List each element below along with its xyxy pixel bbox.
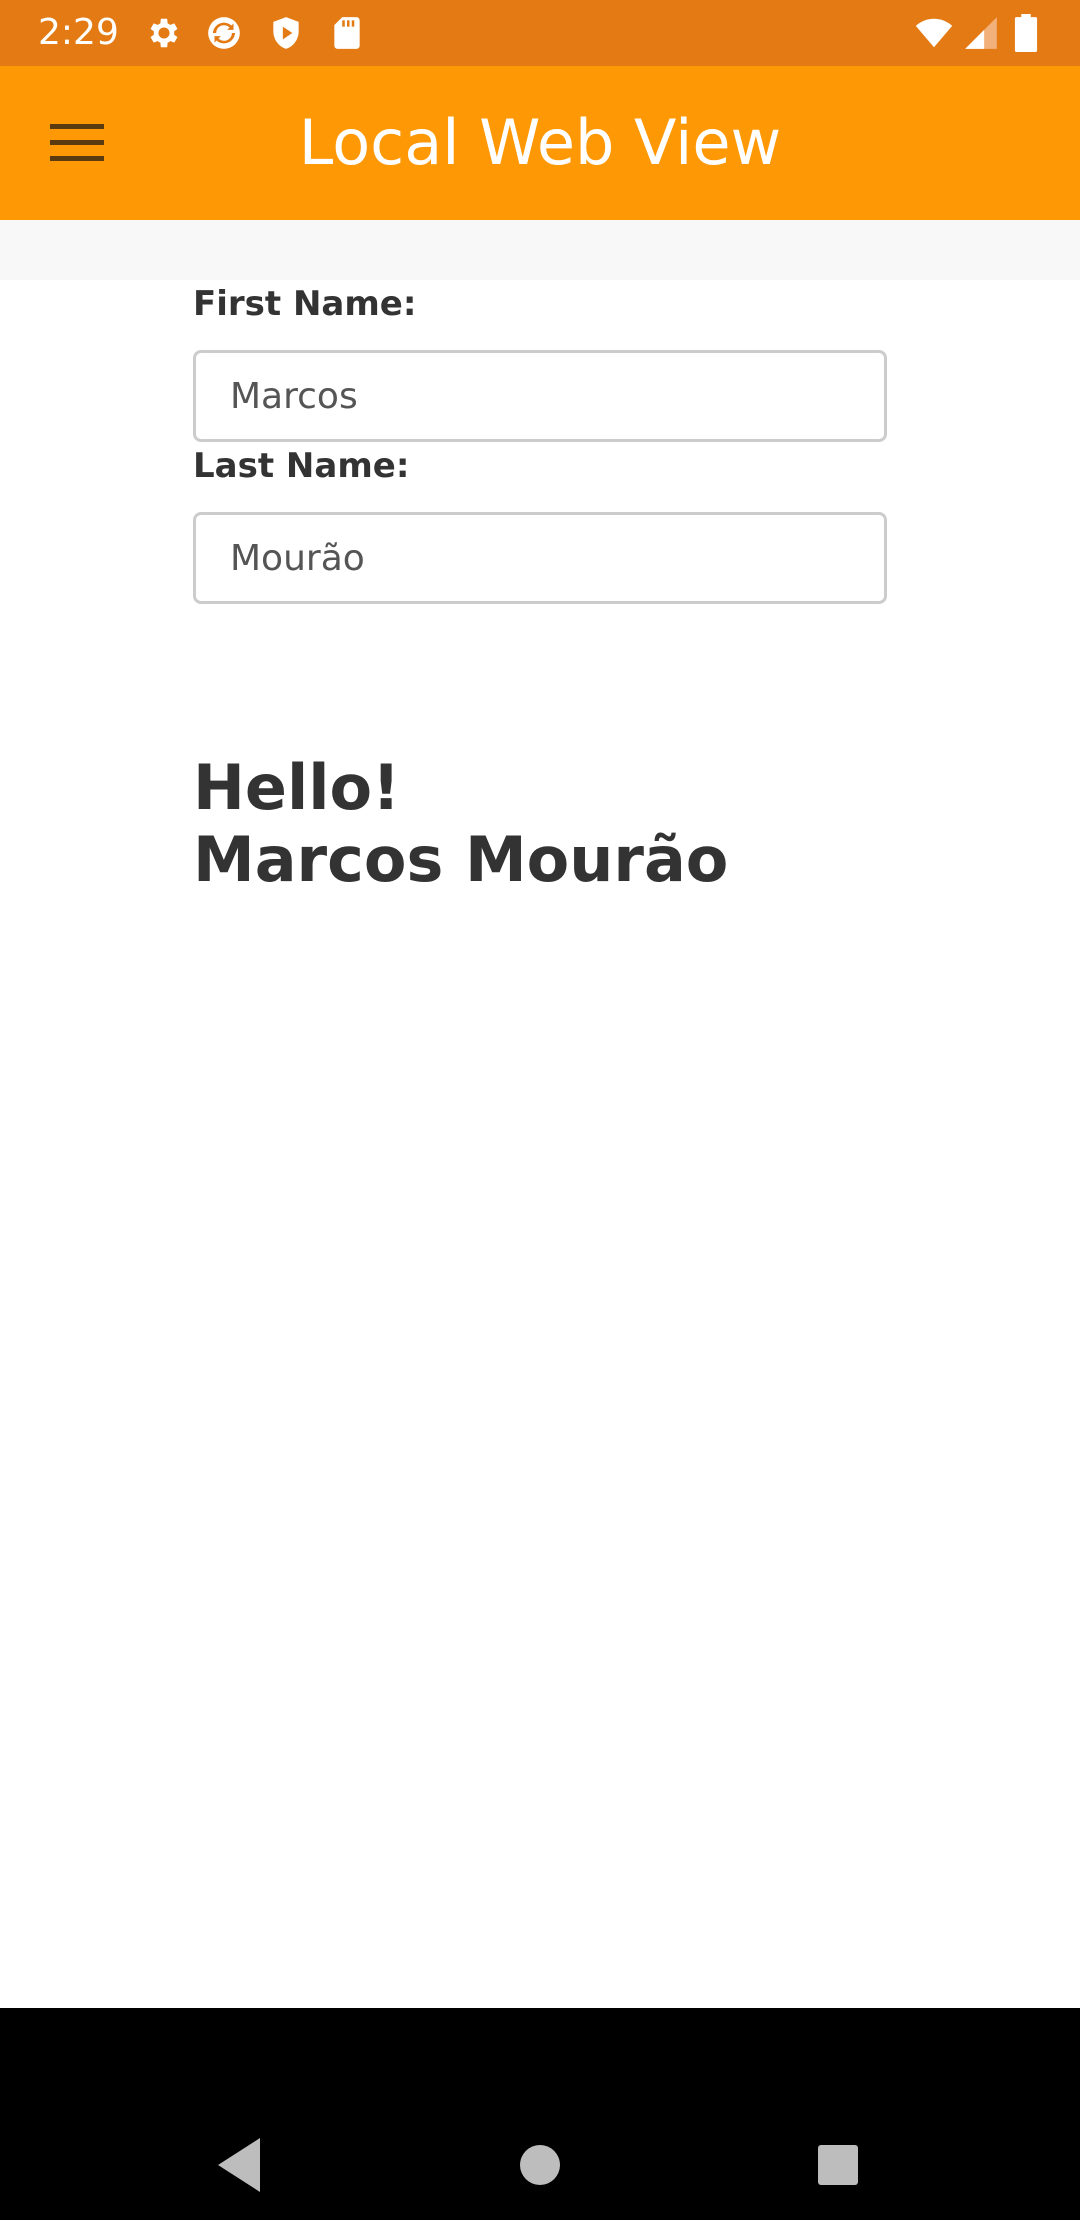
wifi-icon (915, 18, 953, 48)
app-bar: Local Web View (0, 66, 1080, 220)
last-name-input[interactable] (193, 512, 887, 604)
app-title: Local Web View (298, 106, 782, 179)
navigation-bar (0, 2008, 1080, 2220)
last-name-label: Last Name: (193, 446, 410, 486)
status-bar: 2:29 (0, 0, 1080, 66)
back-icon[interactable] (200, 2130, 280, 2200)
greeting-line-name: Marcos Mourão (193, 823, 729, 896)
first-name-label: First Name: (193, 284, 417, 324)
battery-icon (1014, 14, 1038, 52)
signal-icon (965, 17, 997, 49)
sd-card-icon (334, 17, 360, 49)
greeting-heading: Hello! Marcos Mourão (193, 752, 728, 896)
top-divider-strip (0, 220, 1080, 280)
settings-icon (150, 18, 178, 48)
screen: 2:29 Local Web View First Name: Marcos L… (0, 0, 1080, 2220)
status-time: 2:29 (38, 12, 119, 53)
first-name-input[interactable] (193, 350, 887, 442)
sync-icon (208, 17, 240, 49)
home-icon[interactable] (500, 2130, 580, 2200)
recents-icon[interactable] (798, 2130, 878, 2200)
greeting-line-hello: Hello! (193, 751, 401, 824)
play-protect-icon (273, 17, 299, 49)
